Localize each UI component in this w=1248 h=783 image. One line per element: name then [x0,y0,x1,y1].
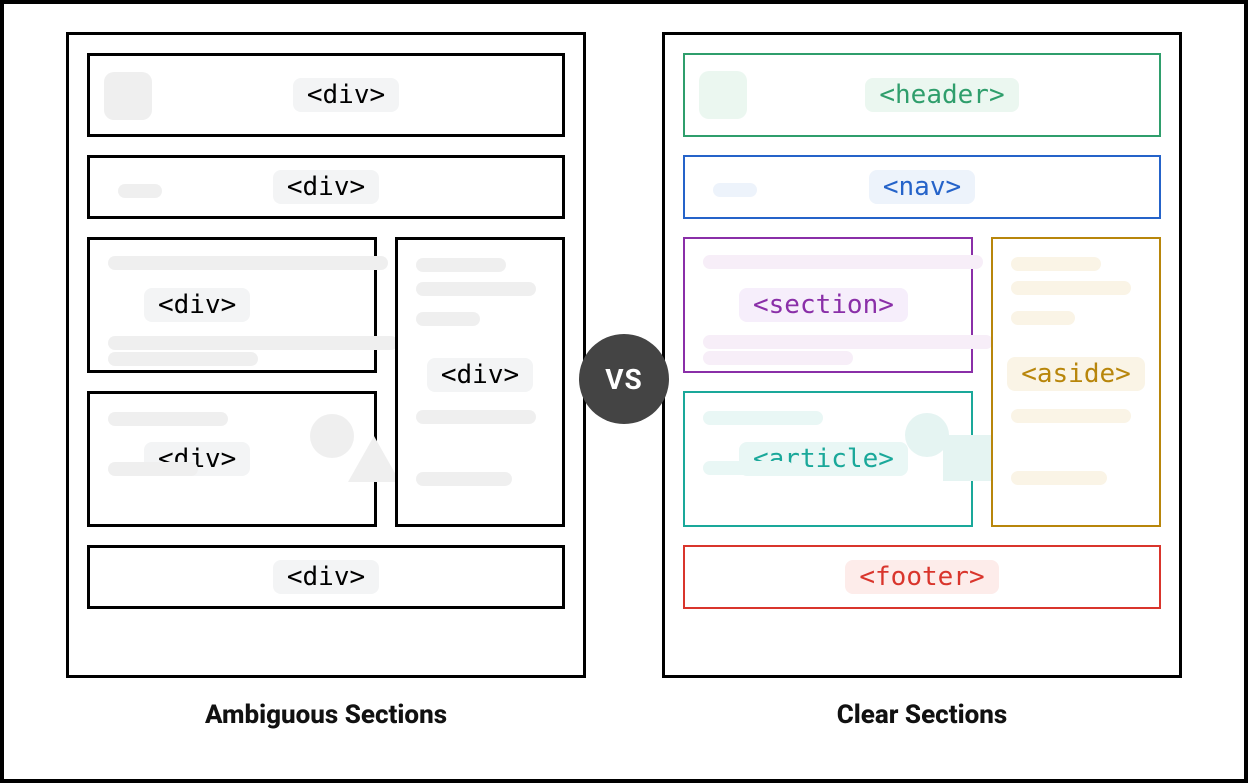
triangle-shape-icon [348,436,400,482]
text-placeholder-icon [416,312,480,326]
right-panel: <header> <nav> <section> [662,32,1182,678]
left-caption: Ambiguous Sections [205,700,447,730]
left-aside-tag: <div> [427,358,533,392]
text-placeholder-icon [703,411,823,425]
left-aside-box: <div> [395,237,565,527]
nav-placeholder-icon [118,184,162,198]
left-section-tag: <div> [144,288,250,322]
right-aside-tag: <aside> [1007,357,1145,391]
text-placeholder-icon [108,336,398,350]
triangle-shape-icon [943,435,995,481]
text-placeholder-icon [1011,311,1075,325]
right-section-tag: <section> [739,288,908,322]
text-placeholder-icon [1011,409,1131,423]
left-article-box: <div> [87,391,377,527]
right-panel-wrap: <header> <nav> <section> [662,32,1182,730]
text-placeholder-icon [416,410,536,424]
right-footer-box: <footer> [683,545,1161,609]
text-placeholder-icon [108,462,198,476]
left-header-box: <div> [87,53,565,137]
text-placeholder-icon [416,282,536,296]
text-placeholder-icon [416,472,512,486]
nav-placeholder-icon [713,183,757,197]
left-panel-wrap: <div> <div> <div> [66,32,586,730]
left-main-column: <div> <div> [87,237,377,527]
text-placeholder-icon [703,335,993,349]
left-section-box: <div> [87,237,377,373]
right-header-box: <header> [683,53,1161,137]
right-section-box: <section> [683,237,973,373]
right-article-box: <article> [683,391,973,527]
text-placeholder-icon [703,351,853,365]
left-footer-box: <div> [87,545,565,609]
left-nav-tag: <div> [273,170,379,204]
avatar-placeholder-icon [699,71,747,119]
right-header-tag: <header> [865,78,1018,112]
text-placeholder-icon [1011,281,1131,295]
right-caption: Clear Sections [837,700,1007,730]
text-placeholder-icon [703,255,983,269]
right-footer-tag: <footer> [845,560,998,594]
vs-label: VS [605,363,643,396]
right-nav-tag: <nav> [869,170,975,204]
left-nav-box: <div> [87,155,565,219]
avatar-placeholder-icon [104,72,152,120]
left-panel: <div> <div> <div> [66,32,586,678]
right-nav-box: <nav> [683,155,1161,219]
right-aside-box: <aside> [991,237,1161,527]
diagram-canvas: <div> <div> <div> [0,0,1248,783]
text-placeholder-icon [108,256,388,270]
text-placeholder-icon [1011,257,1101,271]
text-placeholder-icon [108,352,258,366]
left-header-tag: <div> [293,78,399,112]
text-placeholder-icon [1011,471,1107,485]
vs-badge: VS [579,334,669,424]
left-footer-tag: <div> [273,560,379,594]
text-placeholder-icon [416,258,506,272]
left-middle-row: <div> <div> [87,237,565,527]
text-placeholder-icon [108,412,228,426]
text-placeholder-icon [703,461,793,475]
right-main-column: <section> <article> [683,237,973,527]
right-middle-row: <section> <article> [683,237,1161,527]
